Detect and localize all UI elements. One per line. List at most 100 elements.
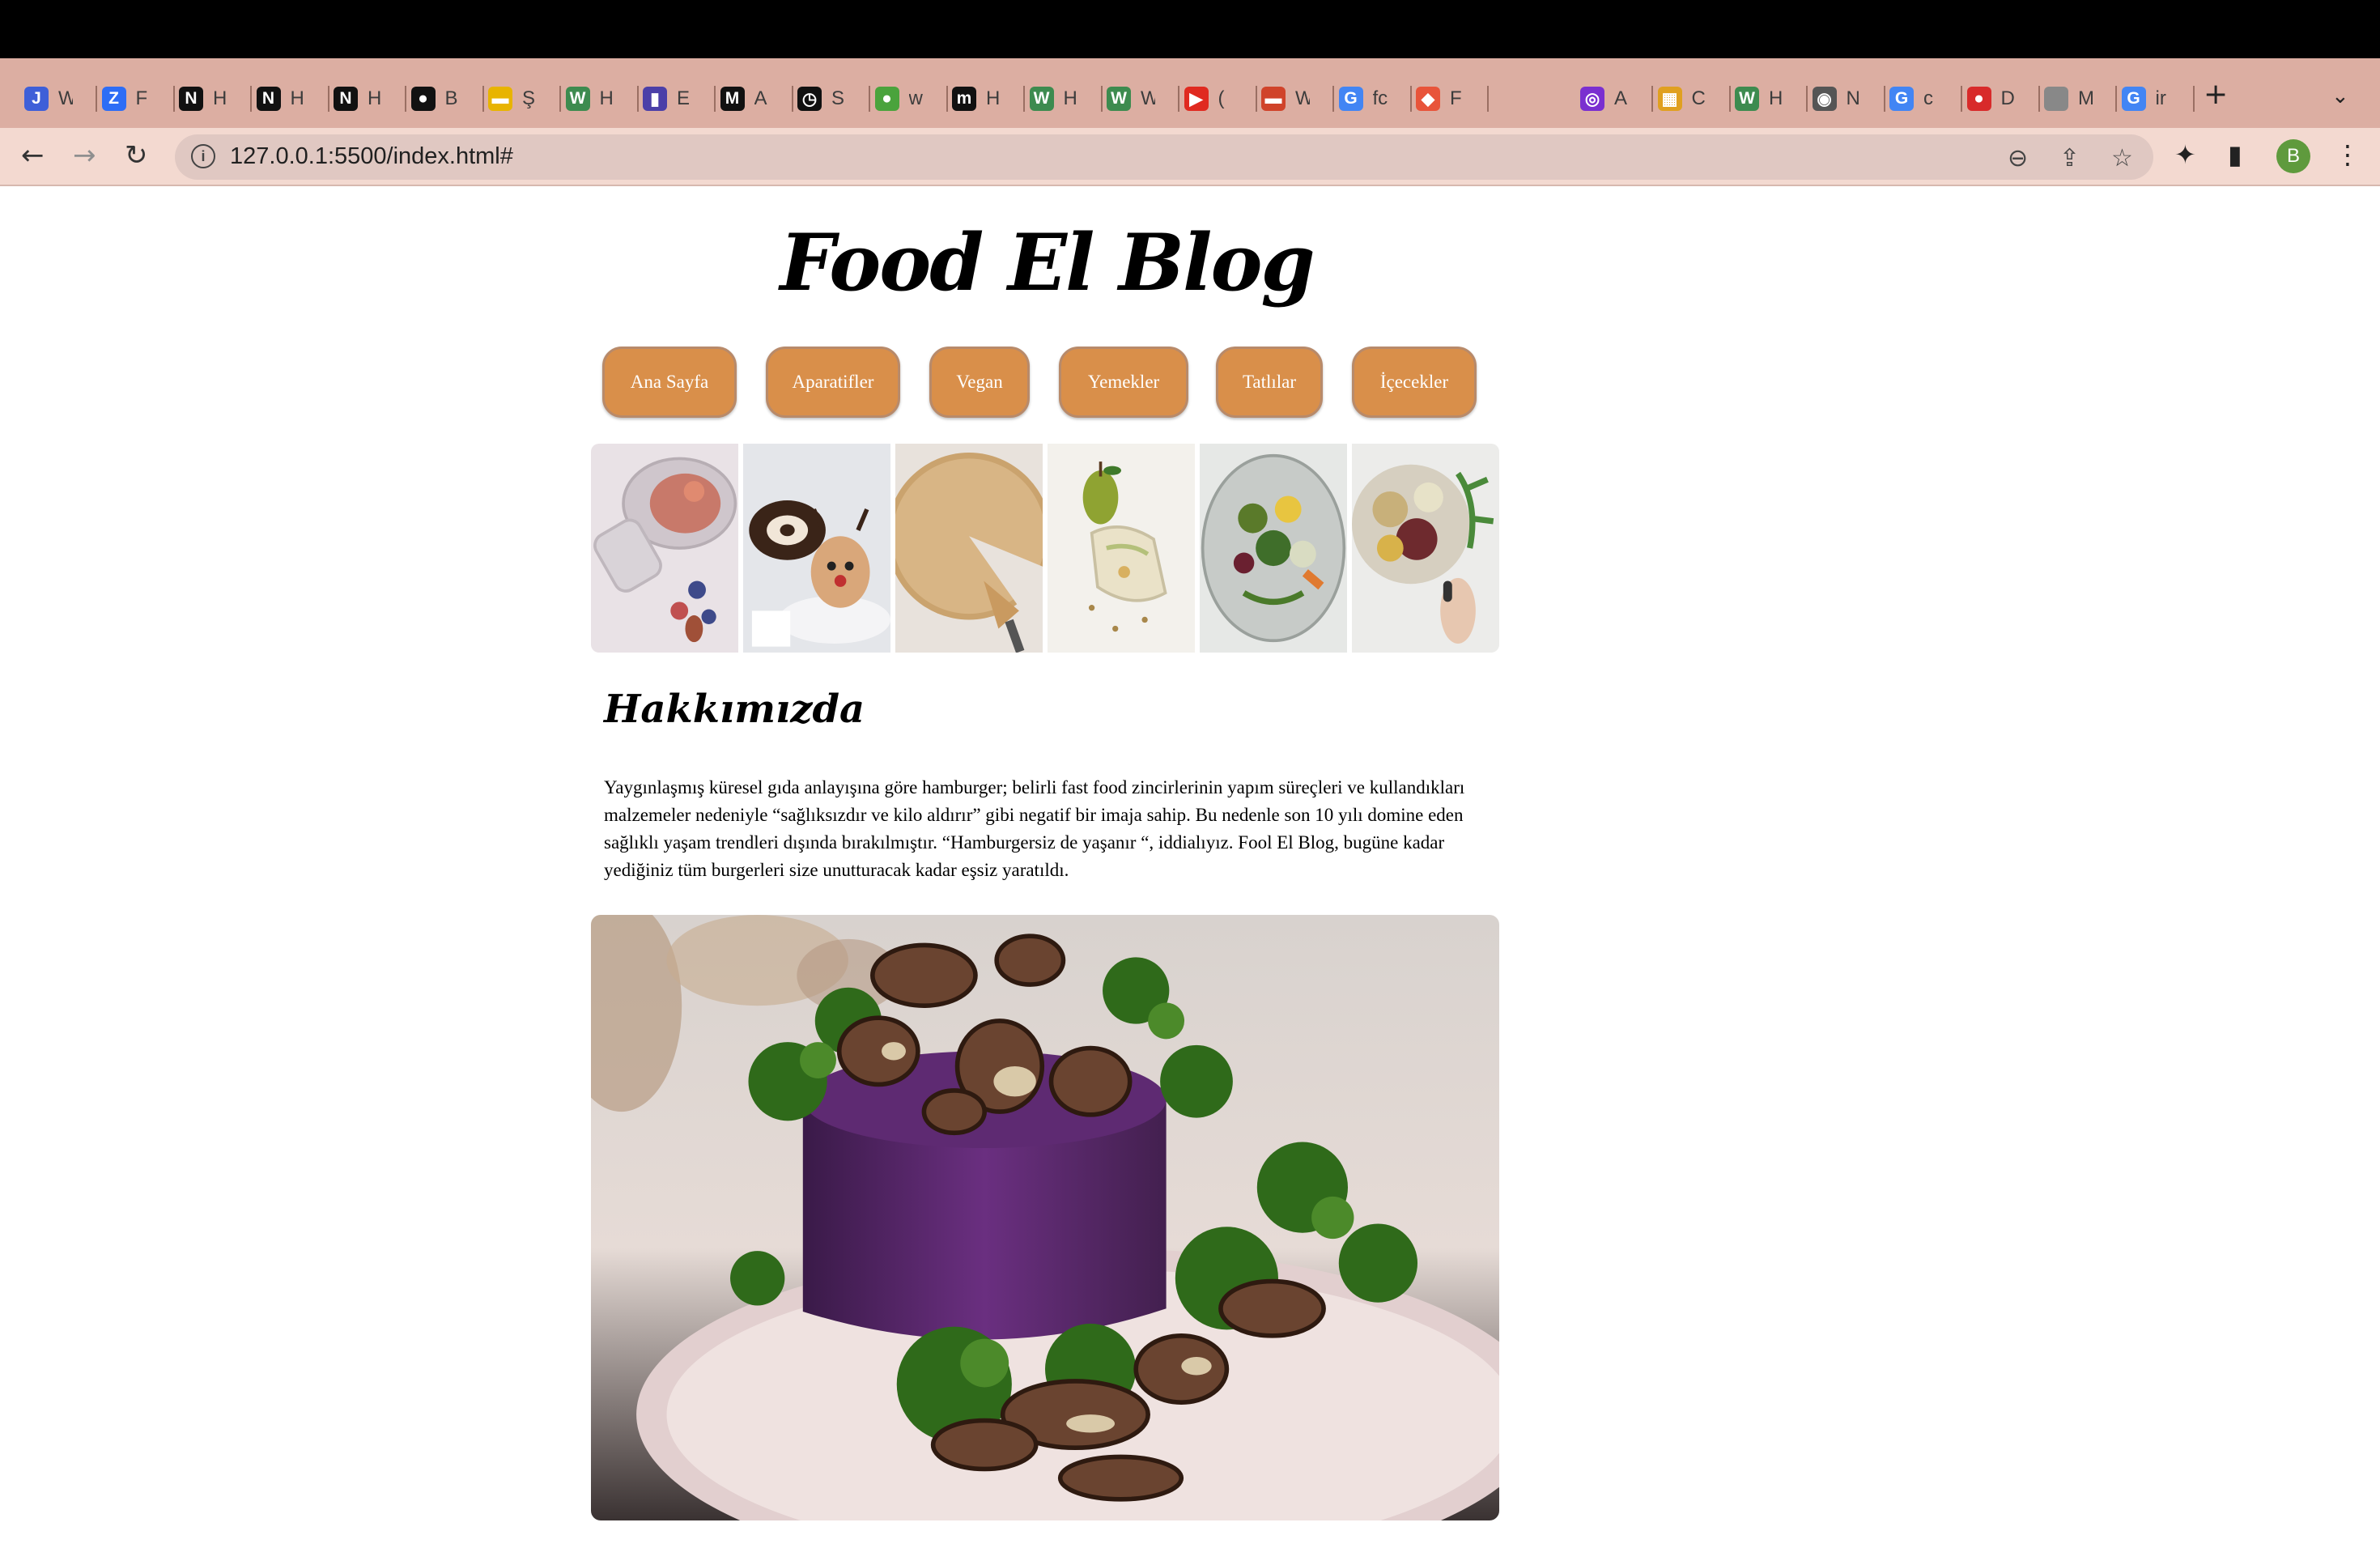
browser.tabs_after-tab-0[interactable]: ◎ A xyxy=(1580,79,1629,118)
tab-favicon-icon xyxy=(2044,87,2068,111)
browser.tabs-tab-9[interactable]: MA xyxy=(720,79,769,118)
browser.tabs-tab-2[interactable]: NH xyxy=(179,79,227,118)
tab-favicon-icon: ● xyxy=(874,87,899,111)
address-bar[interactable]: i 127.0.0.1:5500/index.html# ⊖ ⇪ ☆ xyxy=(175,134,2153,180)
tab-favicon-icon: m xyxy=(952,87,976,111)
browser.tabs-tab-13[interactable]: WH xyxy=(1029,79,1078,118)
tab-favicon-icon: ● xyxy=(410,87,436,111)
zoom-icon[interactable]: ⊖ xyxy=(2008,144,2028,172)
tab-favicon-icon: Z xyxy=(101,87,126,111)
tab-separator xyxy=(1023,86,1025,112)
tab-title: W xyxy=(1141,87,1155,109)
browser.tabs-tab-8[interactable]: ▮ E xyxy=(643,79,691,118)
tab-separator xyxy=(2192,86,2195,112)
tab-separator xyxy=(172,86,175,112)
browser.tabs-tab-16[interactable]: ▬ W xyxy=(1261,79,1310,118)
tab-favicon-icon: ▮ xyxy=(643,87,667,111)
tab-title: F xyxy=(135,87,148,109)
url-text[interactable]: 127.0.0.1:5500/index.html# xyxy=(230,143,513,170)
nav-aparatifler-button[interactable]: Aparatifler xyxy=(766,347,900,418)
browser.tabs-tab-4[interactable]: NH xyxy=(334,79,382,118)
browser.tabs-tab-6[interactable]: ▬ Ş xyxy=(488,79,537,118)
tab-title: A xyxy=(754,87,767,109)
nav-yemekler-button[interactable]: Yemekler xyxy=(1059,347,1188,418)
tab-separator xyxy=(1806,86,1808,112)
tab-title: H xyxy=(213,87,227,109)
bookmark-star-icon[interactable]: ☆ xyxy=(2111,144,2133,172)
tab-favicon-icon: W xyxy=(1107,87,1131,111)
tab-title: c xyxy=(1923,87,1933,109)
tab-favicon-icon: N xyxy=(179,87,203,111)
tab-separator xyxy=(482,86,484,112)
browser.tabs-tab-3[interactable]: NH xyxy=(256,79,305,118)
browser.tabs_after-tab-5[interactable]: ● D xyxy=(1966,79,2016,118)
nav-ana-sayfa-button[interactable]: Ana Sayfa xyxy=(602,347,737,418)
browser.tabs-tab-18[interactable]: ◆ F xyxy=(1416,79,1464,118)
nav-icecekler-button[interactable]: İçecekler xyxy=(1352,347,1477,418)
tab-separator xyxy=(559,86,561,112)
tab-separator xyxy=(636,86,639,112)
browser.tabs_after-tab-4[interactable]: Gc xyxy=(1889,79,1938,118)
browser-menu-icon[interactable]: ⋮ xyxy=(2335,139,2361,170)
browser.tabs_after-tab-2[interactable]: WH xyxy=(1735,79,1783,118)
tab-favicon-icon: M xyxy=(720,87,745,111)
tab-title: C xyxy=(1691,87,1706,109)
browser.tabs-tab-12[interactable]: mH xyxy=(952,79,1001,118)
browser.tabs-tab-15[interactable]: ▶( xyxy=(1184,79,1233,118)
browser.tabs_after-tab-3[interactable]: ◉ N xyxy=(1812,79,1861,118)
tab-favicon-icon: G xyxy=(1889,87,1914,111)
tab-favicon-icon: N xyxy=(256,87,281,111)
side-panel-icon[interactable]: ▮ xyxy=(2228,139,2242,170)
tab-favicon-icon: W xyxy=(565,87,590,111)
browser.tabs-tab-17[interactable]: Gfc xyxy=(1338,79,1388,118)
back-button[interactable]: ← xyxy=(21,139,45,172)
tab-title: H xyxy=(1769,87,1783,109)
browser.tabs_after-tab-1[interactable]: ▦ C xyxy=(1657,79,1706,118)
tab-favicon-icon: ▬ xyxy=(488,87,512,111)
browser.tabs-tab-14[interactable]: WW xyxy=(1107,79,1155,118)
tab-title: H xyxy=(1063,87,1077,109)
tab-favicon-icon: W xyxy=(1029,87,1054,111)
share-icon[interactable]: ⇪ xyxy=(2059,144,2080,172)
browser.tabs-tab-1[interactable]: ZF xyxy=(101,79,151,118)
tab-favicon-icon: ● xyxy=(1966,87,1991,111)
tab-separator xyxy=(1409,86,1412,112)
profile-avatar[interactable]: B xyxy=(2276,139,2310,173)
tab-favicon-icon: ▦ xyxy=(1657,87,1682,111)
gallery-image-bowl xyxy=(1352,444,1499,653)
tab-title: fc xyxy=(1372,87,1388,109)
extensions-puzzle-icon[interactable]: ✦ xyxy=(2174,139,2196,170)
tab-favicon-icon: ◆ xyxy=(1416,87,1440,111)
nav-vegan-button[interactable]: Vegan xyxy=(929,347,1030,418)
screen-top-bar xyxy=(0,0,2380,58)
tab-separator xyxy=(1100,86,1103,112)
tab-separator xyxy=(405,86,406,112)
new-tab-button[interactable]: + xyxy=(2204,78,2228,111)
reload-button[interactable]: ↻ xyxy=(125,139,148,172)
tab-separator xyxy=(96,86,97,112)
tab-search-chevron-icon[interactable]: ⌄ xyxy=(2331,84,2349,108)
nav-tatlilar-button[interactable]: Tatlılar xyxy=(1216,347,1323,418)
forward-button[interactable]: → xyxy=(73,139,96,172)
tab-title: H xyxy=(599,87,614,109)
gallery-image-pear-salad xyxy=(1048,444,1195,653)
tab-title: w xyxy=(908,87,923,109)
site-info-icon[interactable]: i xyxy=(191,144,215,168)
tab-favicon-icon: N xyxy=(334,87,358,111)
browser.tabs_after-tab-7[interactable]: Gir xyxy=(2121,79,2170,118)
browser.tabs-tab-5[interactable]: ● B xyxy=(410,79,460,118)
tab-title: D xyxy=(2000,87,2015,109)
browser.tabs-tab-0[interactable]: JW xyxy=(24,79,73,118)
browser.tabs-tab-10[interactable]: ◷ S xyxy=(797,79,846,118)
browser.tabs-tab-11[interactable]: ● w xyxy=(874,79,924,118)
tab-favicon-icon: J xyxy=(24,87,49,111)
gallery-image-pie xyxy=(895,444,1043,653)
tab-separator xyxy=(1255,86,1257,112)
about-heading: Hakkımızda xyxy=(604,687,865,732)
browser.tabs-tab-7[interactable]: WH xyxy=(565,79,614,118)
browser.tabs_after-tab-6[interactable]: M xyxy=(2044,79,2093,118)
tab-separator xyxy=(1651,86,1653,112)
tab-separator xyxy=(1332,86,1334,112)
tab-separator xyxy=(1487,86,1489,112)
tab-title: B xyxy=(444,87,458,109)
